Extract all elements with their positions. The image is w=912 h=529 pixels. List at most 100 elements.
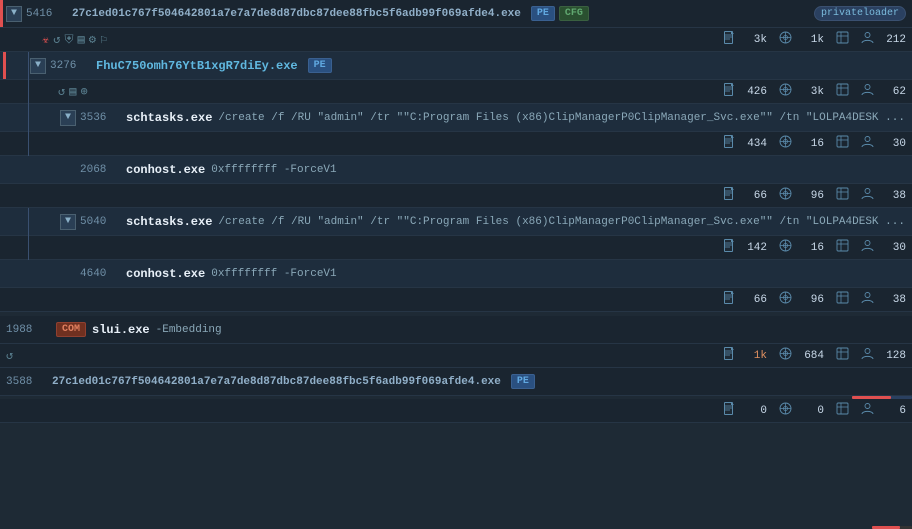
red-progress-1988: [0, 396, 912, 399]
stat-proc-3536: 30: [861, 135, 906, 152]
proc-name-3276: FhuC750omh76YtB1xgR7diEy.exe: [96, 59, 298, 73]
stat-reg-2068: [836, 187, 849, 204]
pid-5040: 5040: [80, 216, 118, 228]
file-value-2068: 66: [739, 190, 767, 202]
globe-icon-3276[interactable]: ⊕: [80, 84, 87, 99]
pid-4640: 4640: [80, 268, 118, 280]
net-value-4640: 96: [796, 294, 824, 306]
stat-net-3276: 3k: [779, 83, 824, 100]
proc-value-2068: 38: [878, 190, 906, 202]
toggle-3276[interactable]: ▼: [30, 58, 46, 74]
process-row-3276[interactable]: ▼ 3276 FhuC750omh76YtB1xgR7diEy.exe PE: [0, 52, 912, 80]
flag-icon[interactable]: ⚐: [100, 32, 107, 47]
proc-name-2068: conhost.exe: [126, 163, 205, 177]
icons-row-5416: ☣ ↺ ⛨ ▤ ⚙ ⚐ 3k 1k 212: [0, 28, 912, 52]
script-icon[interactable]: ▤: [77, 32, 84, 47]
stat-net-4640: 96: [779, 291, 824, 308]
badge-pe-3276: PE: [308, 58, 332, 73]
process-row-3588[interactable]: 3588 27c1ed01c767f504642801a7e7a7de8d87d…: [0, 368, 912, 396]
stat-proc-3588: 6: [861, 402, 906, 419]
toggle-5416[interactable]: ▼: [6, 6, 22, 22]
net-value-5040: 16: [796, 242, 824, 254]
tag-privateloader: privateloader: [814, 6, 906, 21]
pid-2068: 2068: [80, 164, 118, 176]
pid-3276: 3276: [50, 60, 88, 72]
process-row-1988[interactable]: 1988 COM slui.exe -Embedding: [0, 316, 912, 344]
pid-3536: 3536: [80, 112, 118, 124]
stat-reg-5040: [836, 239, 849, 256]
stat-net-3588: 0: [779, 402, 824, 419]
undo-icon-3276[interactable]: ↺: [58, 84, 65, 99]
stat-file-1988: 1k: [724, 347, 767, 364]
stat-net-2068: 96: [779, 187, 824, 204]
script-icon-3276[interactable]: ▤: [69, 84, 76, 99]
stat-reg-3536: [836, 135, 849, 152]
stat-file-3276: 426: [724, 83, 767, 100]
stat-proc-5416: 212: [861, 31, 906, 48]
proc-value-1988: 128: [878, 350, 906, 362]
proc-name-5040: schtasks.exe: [126, 215, 212, 229]
stat-net-3536: 16: [779, 135, 824, 152]
stat-file-5040: 142: [724, 239, 767, 256]
process-row-5416[interactable]: ▼ 5416 27c1ed01c767f504642801a7e7a7de8d8…: [0, 0, 912, 28]
stat-file-3536: 434: [724, 135, 767, 152]
stat-proc-2068: 38: [861, 187, 906, 204]
stats-row-2068: 66 96 38: [0, 184, 912, 208]
stats-row-3536: 434 16 30: [0, 132, 912, 156]
stat-net-1988: 684: [779, 347, 824, 364]
proc-value-3588: 6: [878, 405, 906, 417]
connector-5040: [28, 208, 29, 263]
stat-reg-4640: [836, 291, 849, 308]
stat-file-3588: 0: [724, 402, 767, 419]
proc-args-1988: -Embedding: [156, 324, 906, 336]
stat-proc-5040: 30: [861, 239, 906, 256]
stats-row-5040: 142 16 30: [0, 236, 912, 260]
toggle-3536[interactable]: ▼: [60, 110, 76, 126]
proc-name-1988: slui.exe: [92, 323, 150, 337]
toggle-5040[interactable]: ▼: [60, 214, 76, 230]
process-row-5040[interactable]: ▼ 5040 schtasks.exe /create /f /RU "admi…: [0, 208, 912, 236]
biohazard-icon[interactable]: ☣: [42, 32, 49, 47]
stats-row-3588: 0 0 6: [0, 399, 912, 423]
proc-value-3276: 62: [878, 86, 906, 98]
left-border: [0, 0, 3, 27]
stats-row-1988: ↺ 1k 684 128: [0, 344, 912, 368]
proc-value-3536: 30: [878, 138, 906, 150]
left-border-3276: [3, 52, 6, 79]
stat-net-5416: 1k: [779, 31, 824, 48]
stats-row-4640: 66 96 38: [0, 288, 912, 312]
net-value-3588: 0: [796, 405, 824, 417]
action-icons-3276: ↺ ▤ ⊕: [58, 84, 88, 99]
proc-args-4640: 0xffffffff -ForceV1: [211, 268, 906, 280]
stat-reg-1988: [836, 347, 849, 364]
proc-args-2068: 0xffffffff -ForceV1: [211, 164, 906, 176]
proc-name-5416: 27c1ed01c767f504642801a7e7a7de8d87dbc87d…: [72, 8, 521, 20]
net-value-3536: 16: [796, 138, 824, 150]
proc-name-3536: schtasks.exe: [126, 111, 212, 125]
shield-icon[interactable]: ⛨: [64, 33, 73, 47]
net-value-2068: 96: [796, 190, 824, 202]
stat-reg-3588: [836, 402, 849, 419]
stat-proc-1988: 128: [861, 347, 906, 364]
stat-file-4640: 66: [724, 291, 767, 308]
stat-reg-5416: [836, 31, 849, 48]
file-value-4640: 66: [739, 294, 767, 306]
badge-pe-3588: PE: [511, 374, 535, 389]
gear-icon[interactable]: ⚙: [89, 32, 96, 47]
stat-proc-3276: 62: [861, 83, 906, 100]
proc-args-5040: /create /f /RU "admin" /tr ""C:Program F…: [218, 216, 906, 228]
undo-icon-1988[interactable]: ↺: [6, 348, 13, 363]
process-row-2068[interactable]: 2068 conhost.exe 0xffffffff -ForceV1: [0, 156, 912, 184]
stat-reg-3276: [836, 83, 849, 100]
stats-row-3276: ↺ ▤ ⊕ 426 3k 62: [0, 80, 912, 104]
file-value-1988: 1k: [739, 350, 767, 362]
undo-icon[interactable]: ↺: [53, 32, 60, 47]
file-value-3588: 0: [739, 405, 767, 417]
net-value-5416: 1k: [796, 34, 824, 46]
process-row-3536[interactable]: ▼ 3536 schtasks.exe /create /f /RU "admi…: [0, 104, 912, 132]
stat-file-2068: 66: [724, 187, 767, 204]
process-row-4640[interactable]: 4640 conhost.exe 0xffffffff -ForceV1: [0, 260, 912, 288]
file-value-5416: 3k: [739, 34, 767, 46]
pid-1988: 1988: [6, 324, 44, 336]
proc-args-3536: /create /f /RU "admin" /tr ""C:Program F…: [218, 112, 906, 124]
